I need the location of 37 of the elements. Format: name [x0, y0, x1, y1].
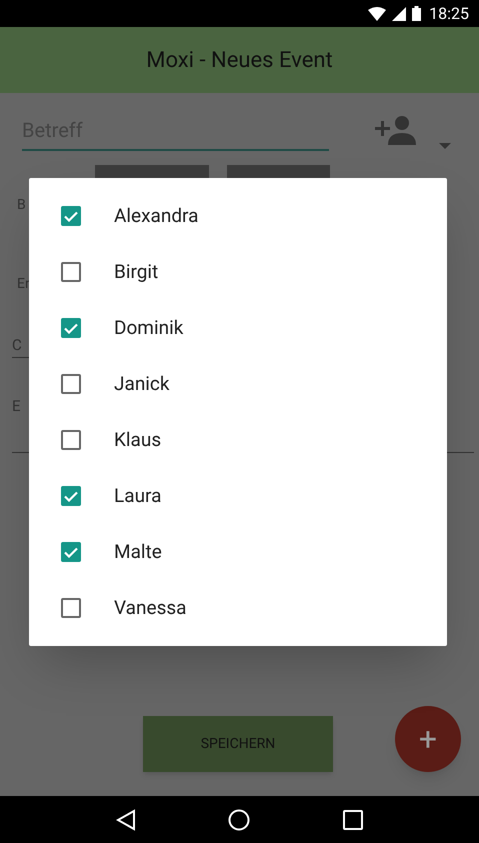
- back-icon[interactable]: [116, 808, 136, 830]
- person-name: Alexandra: [114, 202, 198, 229]
- person-name: Dominik: [114, 314, 184, 341]
- checkbox[interactable]: [61, 262, 81, 282]
- checkbox[interactable]: [61, 318, 81, 338]
- person-item[interactable]: Dominik: [29, 300, 447, 356]
- signal-icon: [392, 6, 406, 20]
- person-item[interactable]: Malte: [29, 524, 447, 580]
- checkbox[interactable]: [61, 542, 81, 562]
- recents-icon[interactable]: [342, 810, 363, 830]
- checkbox[interactable]: [61, 598, 81, 618]
- person-name: Vanessa: [114, 594, 187, 621]
- check-icon: [64, 322, 78, 334]
- person-name: Malte: [114, 538, 162, 565]
- person-name: Laura: [114, 482, 162, 509]
- person-item[interactable]: Klaus: [29, 412, 447, 468]
- person-item[interactable]: Alexandra: [29, 188, 447, 244]
- person-name: Klaus: [114, 426, 162, 453]
- check-icon: [64, 546, 78, 558]
- add-button[interactable]: +: [395, 706, 461, 772]
- checkbox[interactable]: [61, 206, 81, 226]
- wifi-icon: [368, 6, 386, 20]
- checkbox[interactable]: [61, 430, 81, 450]
- person-item[interactable]: Janick: [29, 356, 447, 412]
- status-time: 18:25: [429, 2, 469, 24]
- home-icon[interactable]: [228, 808, 250, 830]
- battery-icon: [412, 6, 422, 21]
- person-item[interactable]: Birgit: [29, 244, 447, 300]
- check-icon: [64, 210, 78, 222]
- app-title: Moxi - Neues Event: [146, 46, 333, 74]
- person-name: Janick: [114, 370, 170, 397]
- checkbox[interactable]: [61, 486, 81, 506]
- checkbox[interactable]: [61, 374, 81, 394]
- person-item[interactable]: Laura: [29, 468, 447, 524]
- check-icon: [64, 490, 78, 502]
- person-item[interactable]: Vanessa: [29, 580, 447, 636]
- person-name: Birgit: [114, 258, 158, 285]
